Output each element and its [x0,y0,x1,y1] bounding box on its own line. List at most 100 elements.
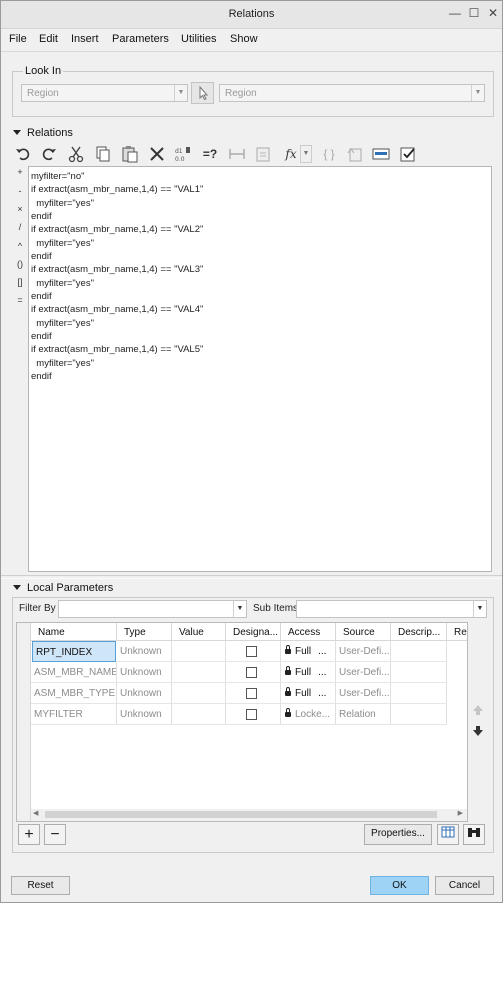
relations-section-header[interactable]: Relations [13,127,73,139]
param-icon [346,145,364,163]
evaluate-icon[interactable]: =? [201,145,219,163]
table-row-value[interactable] [172,683,226,704]
menu-parameters[interactable]: Parameters [112,33,169,45]
table-row-description[interactable] [391,683,447,704]
table-row-designate[interactable] [226,704,281,725]
scroll-right-icon[interactable]: ▶ [458,809,463,817]
scroll-left-icon[interactable]: ◀ [33,809,38,817]
table-row-name[interactable]: RPT_INDEX [32,641,116,662]
table-columns-button[interactable] [437,824,459,845]
lock-icon [285,687,291,696]
ok-button[interactable]: OK [370,876,429,895]
minimize-button[interactable]: — [448,6,462,20]
look-in-type-combo[interactable]: Region ▼ [21,84,188,102]
table-row-access[interactable]: Full... [281,662,336,683]
menu-file[interactable]: File [9,33,27,45]
operator-minus-button[interactable]: - [14,186,26,196]
horizontal-scrollbar[interactable]: ◀ ▶ [31,809,467,821]
column-header-value[interactable]: Value [172,623,226,641]
scrollbar-thumb[interactable] [45,811,437,818]
table-row-description[interactable] [391,641,447,662]
close-button[interactable]: ✕ [486,6,500,20]
column-header-description[interactable]: Descrip... [391,623,447,641]
window-title: Relations [228,8,275,20]
find-button[interactable] [463,824,485,845]
move-down-icon[interactable] [472,725,484,737]
delete-icon[interactable] [148,145,166,163]
access-ellipsis[interactable]: ... [318,646,326,657]
column-header-access[interactable]: Access [281,623,336,641]
sub-items-combo[interactable]: ▼ [296,600,487,618]
table-row-name[interactable]: ASM_MBR_NAME [31,662,117,683]
menu-show[interactable]: Show [230,33,258,45]
function-icon[interactable]: fx [282,145,300,163]
filter-by-combo[interactable]: ▼ [58,600,247,618]
table-row-source[interactable]: User-Defi... [336,641,391,662]
cut-icon[interactable] [67,145,85,163]
table-row-source[interactable]: User-Defi... [336,662,391,683]
operator-equals-button[interactable]: = [14,295,26,305]
table-row-name[interactable]: ASM_MBR_TYPE [31,683,117,704]
maximize-button[interactable]: ☐ [467,6,481,20]
cancel-button[interactable]: Cancel [435,876,494,895]
menu-insert[interactable]: Insert [71,33,99,45]
access-value: Full [295,688,312,699]
sort-icon[interactable]: d1 0.0 [174,145,192,163]
table-row-value[interactable] [172,662,226,683]
table-row-description[interactable] [391,662,447,683]
table-row-type[interactable]: Unknown [117,641,172,662]
menu-edit[interactable]: Edit [39,33,58,45]
table-row-designate[interactable] [226,662,281,683]
access-ellipsis[interactable]: ... [318,667,326,678]
operator-plus-button[interactable]: + [14,167,26,177]
row-header-bar [17,623,31,821]
units-icon[interactable] [372,145,390,163]
properties-button[interactable]: Properties... [364,824,432,845]
look-in-item-combo[interactable]: Region ▼ [219,84,485,102]
table-row-type[interactable]: Unknown [117,704,172,725]
table-row-access[interactable]: Locke... [281,704,336,725]
table-row-value[interactable] [172,641,226,662]
section-splitter[interactable] [1,575,502,579]
table-row-access[interactable]: Full... [281,683,336,704]
table-row-value[interactable] [172,704,226,725]
copy-icon[interactable] [94,145,112,163]
function-dropdown-icon[interactable]: ▼ [300,145,312,163]
menu-utilities[interactable]: Utilities [181,33,216,45]
table-row-source[interactable]: Relation [336,704,391,725]
select-pointer-button[interactable] [191,82,214,104]
operator-power-button[interactable]: ^ [14,241,26,251]
operator-multiply-button[interactable]: × [14,204,26,214]
operator-parentheses-button[interactable]: () [14,259,26,269]
table-row-name[interactable]: MYFILTER [31,704,117,725]
lock-icon [285,645,291,654]
table-row-source[interactable]: User-Defi... [336,683,391,704]
table-row-access[interactable]: Full... [281,641,336,662]
column-header-name[interactable]: Name [31,623,117,641]
paste-icon[interactable] [121,145,139,163]
redo-icon[interactable] [40,145,58,163]
table-row-type[interactable]: Unknown [117,662,172,683]
operator-divide-button[interactable]: / [14,222,26,232]
column-header-designate[interactable]: Designa... [226,623,281,641]
column-header-source[interactable]: Source [336,623,391,641]
designate-checkbox[interactable] [246,646,257,657]
table-row-designate[interactable] [226,683,281,704]
relations-editor[interactable]: myfilter="no" if extract(asm_mbr_name,1,… [28,166,492,572]
designate-checkbox[interactable] [246,667,257,678]
table-row-designate[interactable] [226,641,281,662]
designate-checkbox[interactable] [246,688,257,699]
add-parameter-button[interactable]: + [18,824,40,845]
remove-parameter-button[interactable]: − [44,824,66,845]
table-row-type[interactable]: Unknown [117,683,172,704]
undo-icon[interactable] [14,145,32,163]
access-ellipsis[interactable]: ... [318,688,326,699]
reset-button[interactable]: Reset [11,876,70,895]
column-header-restricted[interactable]: Res [447,623,467,641]
column-header-type[interactable]: Type [117,623,172,641]
check-icon[interactable] [399,145,417,163]
operator-brackets-button[interactable]: [] [14,277,26,287]
table-row-description[interactable] [391,704,447,725]
designate-checkbox[interactable] [246,709,257,720]
local-params-section-header[interactable]: Local Parameters [13,582,113,594]
